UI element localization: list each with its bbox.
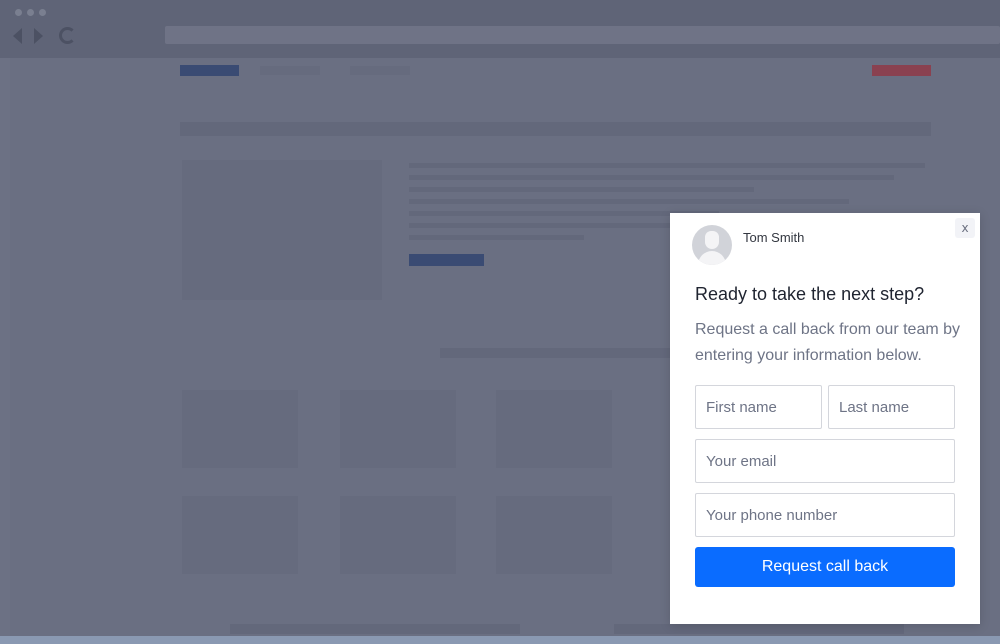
- text-line: [409, 187, 754, 192]
- card: [496, 390, 612, 468]
- card: [340, 496, 456, 574]
- address-bar: [165, 26, 1000, 44]
- modal-description: Request a call back from our team by ent…: [695, 321, 961, 364]
- callback-modal: x Tom Smith Ready to take the next step?…: [670, 213, 980, 624]
- browser-toolbar: [0, 0, 1000, 58]
- user-silhouette-icon: [692, 225, 732, 265]
- avatar-body: [698, 251, 726, 265]
- agent-name: Tom Smith: [743, 230, 805, 245]
- card: [496, 496, 612, 574]
- request-call-back-button[interactable]: Request call back: [695, 547, 955, 587]
- text-line: [409, 175, 894, 180]
- title-bar: [180, 122, 931, 136]
- section-heading: [440, 348, 680, 358]
- first-name-field[interactable]: [695, 385, 822, 429]
- nav-item: [180, 65, 239, 76]
- window-dot: [15, 9, 22, 16]
- modal-headline: Ready to take the next step?: [695, 284, 925, 304]
- window-dot: [39, 9, 46, 16]
- image-placeholder: [182, 160, 382, 300]
- card: [182, 390, 298, 468]
- text-line: [409, 199, 849, 204]
- card: [340, 390, 456, 468]
- avatar-head: [705, 231, 719, 249]
- card: [182, 496, 298, 574]
- last-name-field[interactable]: [828, 385, 955, 429]
- text-line: [409, 163, 925, 168]
- back-arrow-icon: [13, 28, 22, 44]
- nav-button: [872, 65, 931, 76]
- nav-item: [350, 66, 410, 75]
- page-footer-strip: [0, 636, 1000, 644]
- phone-field[interactable]: [695, 493, 955, 537]
- reload-icon: [59, 27, 76, 44]
- footer-line: [230, 624, 520, 634]
- close-button[interactable]: x: [955, 218, 975, 238]
- nav-item: [260, 66, 320, 75]
- forward-arrow-icon: [34, 28, 43, 44]
- text-line: [409, 235, 584, 240]
- window-dot: [27, 9, 34, 16]
- content-button: [409, 254, 484, 266]
- footer-line: [614, 624, 904, 634]
- email-field[interactable]: [695, 439, 955, 483]
